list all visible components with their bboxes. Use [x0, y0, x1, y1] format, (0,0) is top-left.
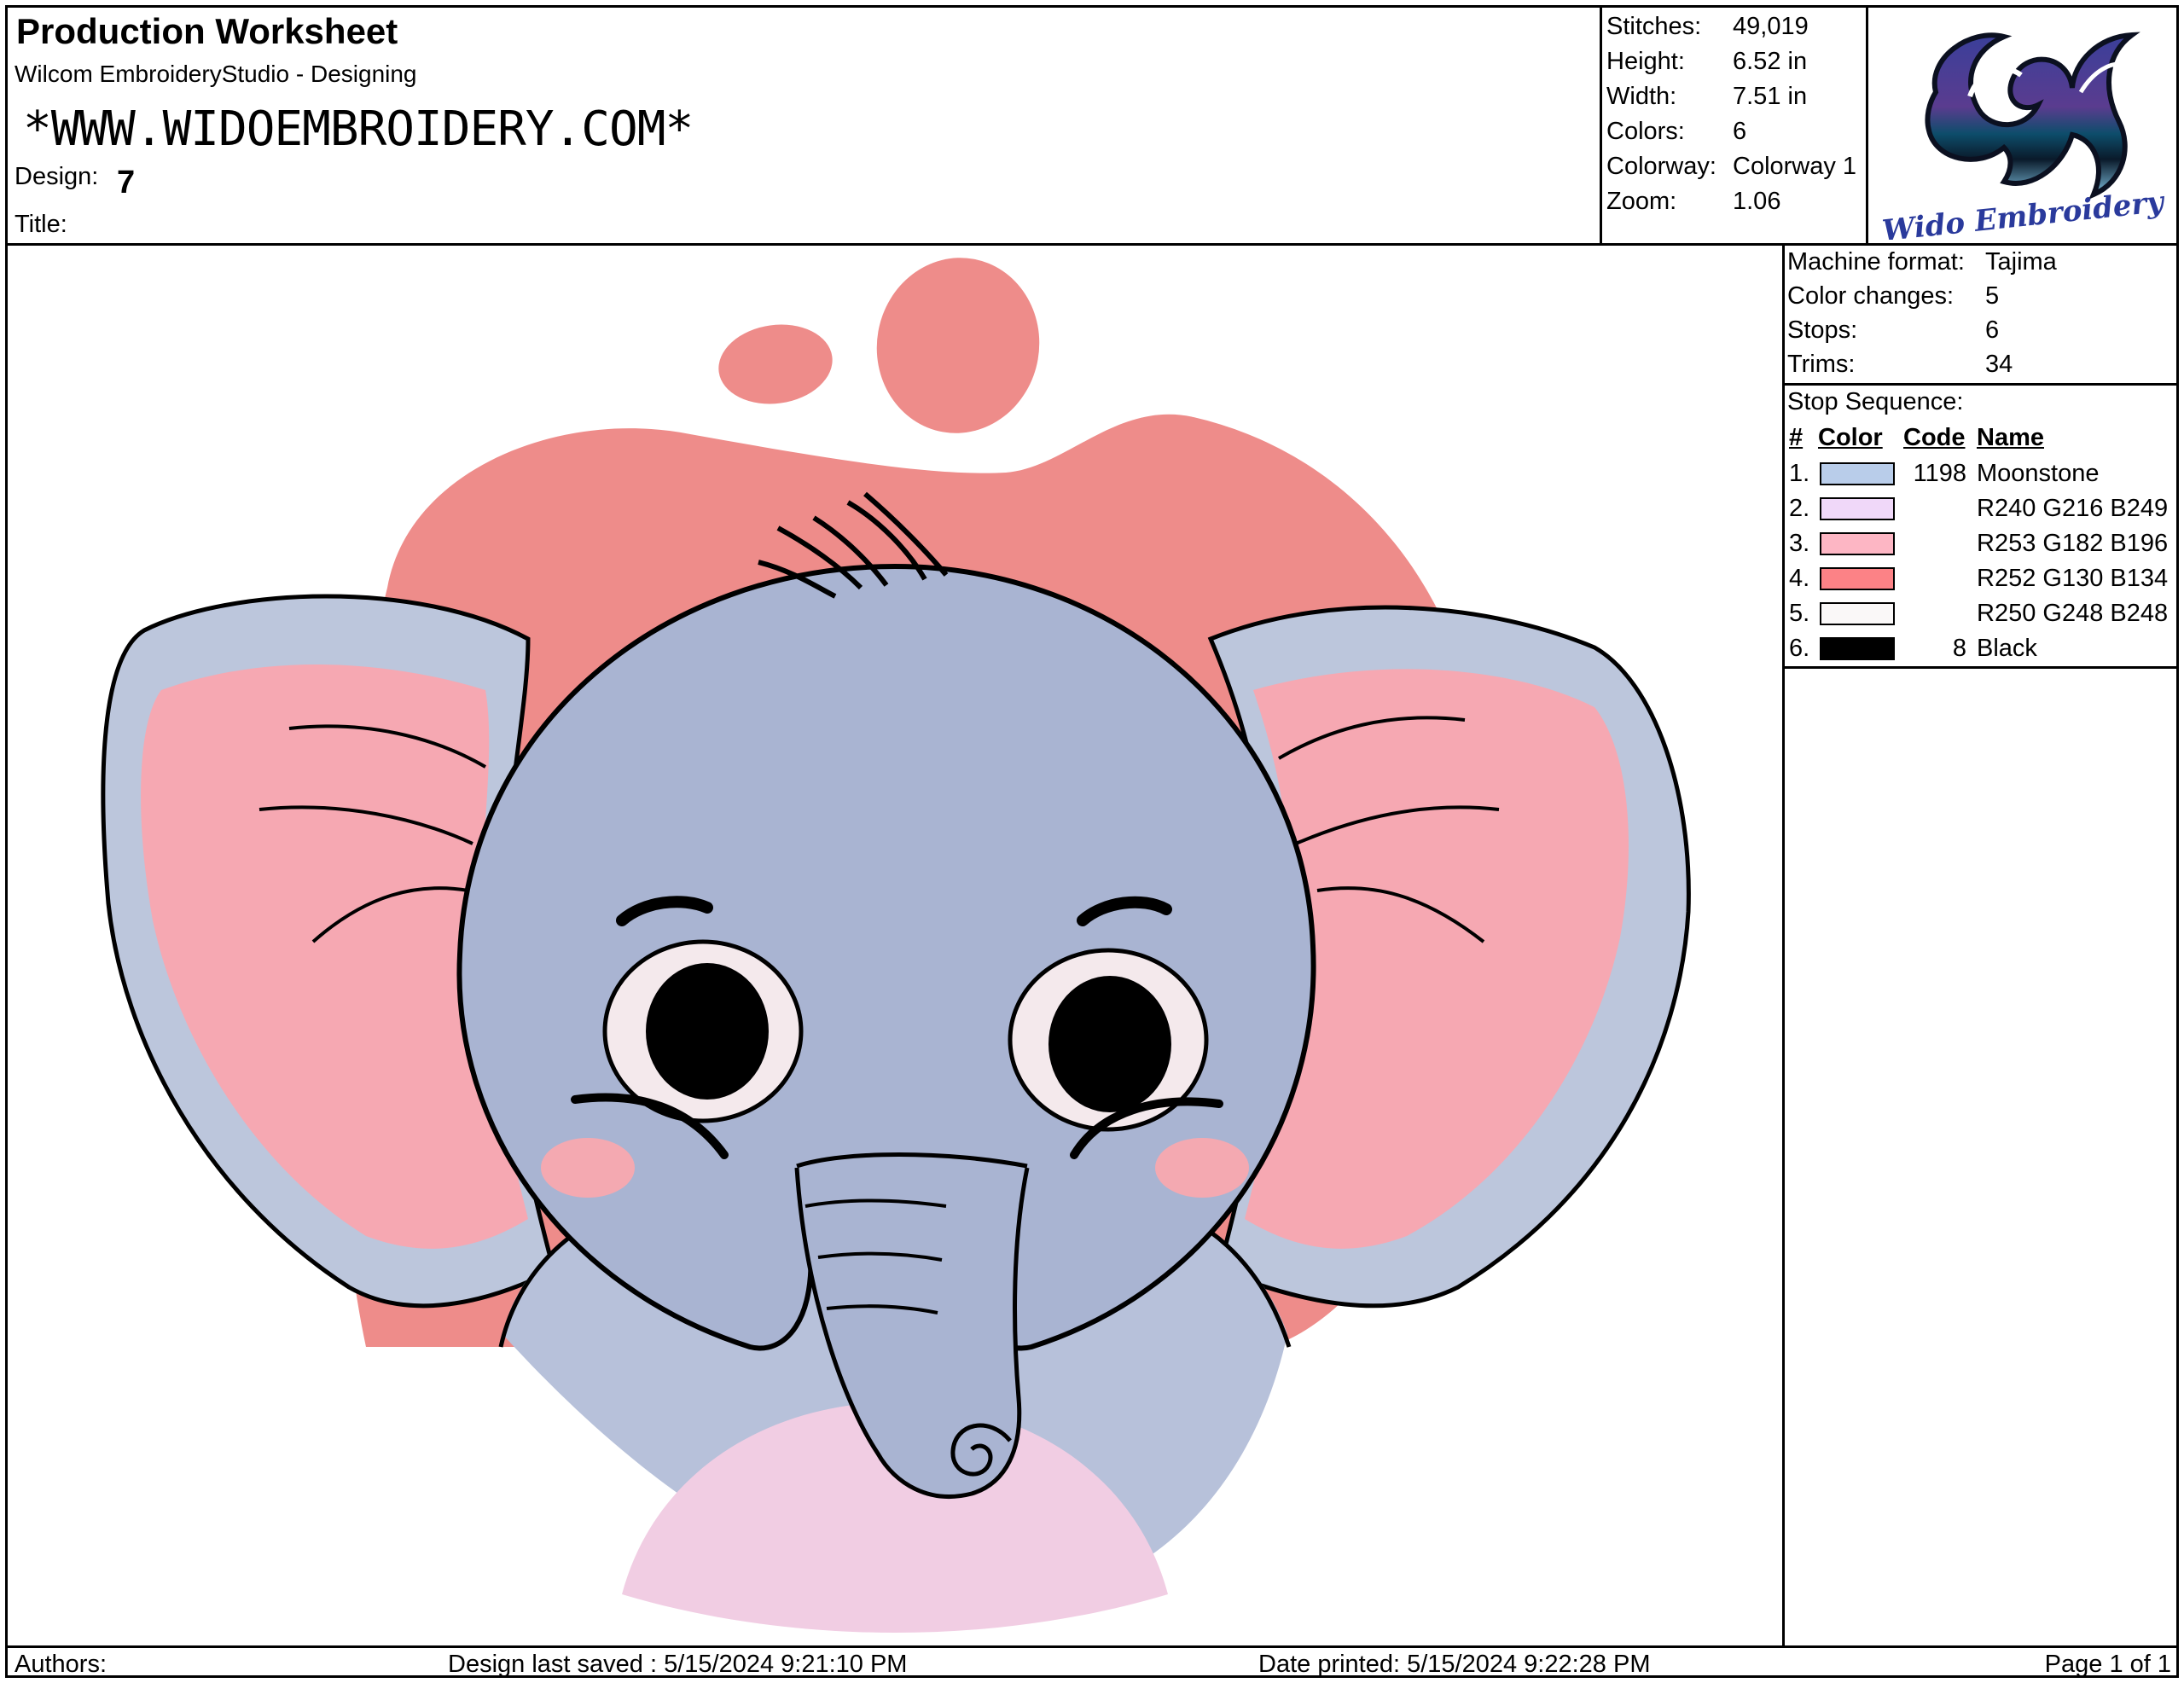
- logo-text: Wido Embroidery: [1880, 185, 2167, 240]
- stop-sequence-title: Stop Sequence:: [1787, 388, 1964, 415]
- seq-row-color-swatch: [1820, 637, 1895, 660]
- seq-header-name: Name: [1977, 424, 2044, 451]
- design-label: Design:: [15, 163, 99, 190]
- zoom-label: Zoom:: [1606, 188, 1677, 215]
- design-value: 7: [117, 165, 136, 200]
- design-preview: [8, 247, 1780, 1644]
- machine-format-value: Tajima: [1985, 248, 2057, 276]
- website-text: *WWW.WIDOEMBROIDERY.COM*: [23, 102, 694, 157]
- logo-divider: [1866, 8, 1868, 244]
- large-spot: [876, 258, 1040, 433]
- seq-row-name: R240 G216 B249: [1977, 495, 2169, 522]
- seq-row-color-swatch: [1820, 567, 1895, 590]
- colorway-label: Colorway:: [1606, 153, 1716, 180]
- stops-label: Stops:: [1787, 316, 1858, 344]
- right-cheek: [1155, 1138, 1249, 1198]
- colors-value: 6: [1733, 118, 1747, 145]
- height-value: 6.52 in: [1733, 48, 1808, 75]
- color-changes-value: 5: [1985, 282, 2000, 310]
- seq-row-code: 1198: [1913, 460, 1966, 487]
- stats-divider: [1600, 8, 1602, 244]
- stitches-label: Stitches:: [1606, 13, 1702, 40]
- wido-logo-icon: Wido Embroidery: [1876, 11, 2169, 248]
- left-cheek: [541, 1138, 635, 1198]
- seq-row-number: 1.: [1789, 460, 1810, 487]
- seq-row-number: 3.: [1789, 530, 1810, 557]
- seq-row-color-swatch: [1820, 462, 1895, 485]
- width-value: 7.51 in: [1733, 83, 1808, 110]
- stops-value: 6: [1985, 316, 2000, 344]
- worksheet-frame: Production Worksheet Wilcom EmbroiderySt…: [5, 5, 2179, 1678]
- page-number: Page 1 of 1: [2044, 1651, 2171, 1678]
- seq-row-number: 5.: [1789, 600, 1810, 627]
- seq-row-name: Moonstone: [1977, 460, 2100, 487]
- machine-divider: [1783, 383, 2176, 386]
- left-pupil: [646, 963, 769, 1100]
- date-printed: Date printed: 5/15/2024 9:22:28 PM: [1258, 1651, 1651, 1678]
- seq-row-name: Black: [1977, 635, 2037, 662]
- sidebar-divider: [1782, 244, 1785, 1646]
- design-last-saved: Design last saved : 5/15/2024 9:21:10 PM: [448, 1651, 908, 1678]
- width-label: Width:: [1606, 83, 1677, 110]
- seq-header-code: Code: [1903, 424, 1966, 451]
- seq-row-number: 6.: [1789, 635, 1810, 662]
- footer-divider: [8, 1645, 2176, 1648]
- colorway-value: Colorway 1: [1733, 153, 1857, 180]
- authors-label: Authors:: [15, 1651, 107, 1678]
- height-label: Height:: [1606, 48, 1685, 75]
- elephant-embroidery: [101, 258, 1691, 1633]
- trims-label: Trims:: [1787, 351, 1856, 378]
- seq-row-name: R253 G182 B196: [1977, 530, 2169, 557]
- software-name: Wilcom EmbroideryStudio - Designing: [15, 61, 417, 87]
- stitches-value: 49,019: [1733, 13, 1809, 40]
- page-title: Production Worksheet: [16, 11, 398, 51]
- seq-row-color-swatch: [1820, 532, 1895, 555]
- zoom-value: 1.06: [1733, 188, 1781, 215]
- seq-row-code: 8: [1952, 635, 1966, 662]
- seq-row-name: R252 G130 B134: [1977, 565, 2169, 592]
- sequence-divider: [1783, 666, 2176, 669]
- trims-value: 34: [1985, 351, 2013, 378]
- seq-row-name: R250 G248 B248: [1977, 600, 2169, 627]
- seq-header-color: Color: [1818, 424, 1883, 451]
- machine-format-label: Machine format:: [1787, 248, 1965, 276]
- seq-header-num: #: [1789, 424, 1804, 451]
- colors-label: Colors:: [1606, 118, 1685, 145]
- right-pupil: [1048, 976, 1171, 1112]
- seq-row-number: 2.: [1789, 495, 1810, 522]
- seq-row-number: 4.: [1789, 565, 1810, 592]
- title-label: Title:: [15, 211, 67, 238]
- seq-row-color-swatch: [1820, 602, 1895, 625]
- seq-row-color-swatch: [1820, 497, 1895, 520]
- header-divider: [8, 243, 2176, 246]
- small-spot: [718, 324, 833, 404]
- color-changes-label: Color changes:: [1787, 282, 1955, 310]
